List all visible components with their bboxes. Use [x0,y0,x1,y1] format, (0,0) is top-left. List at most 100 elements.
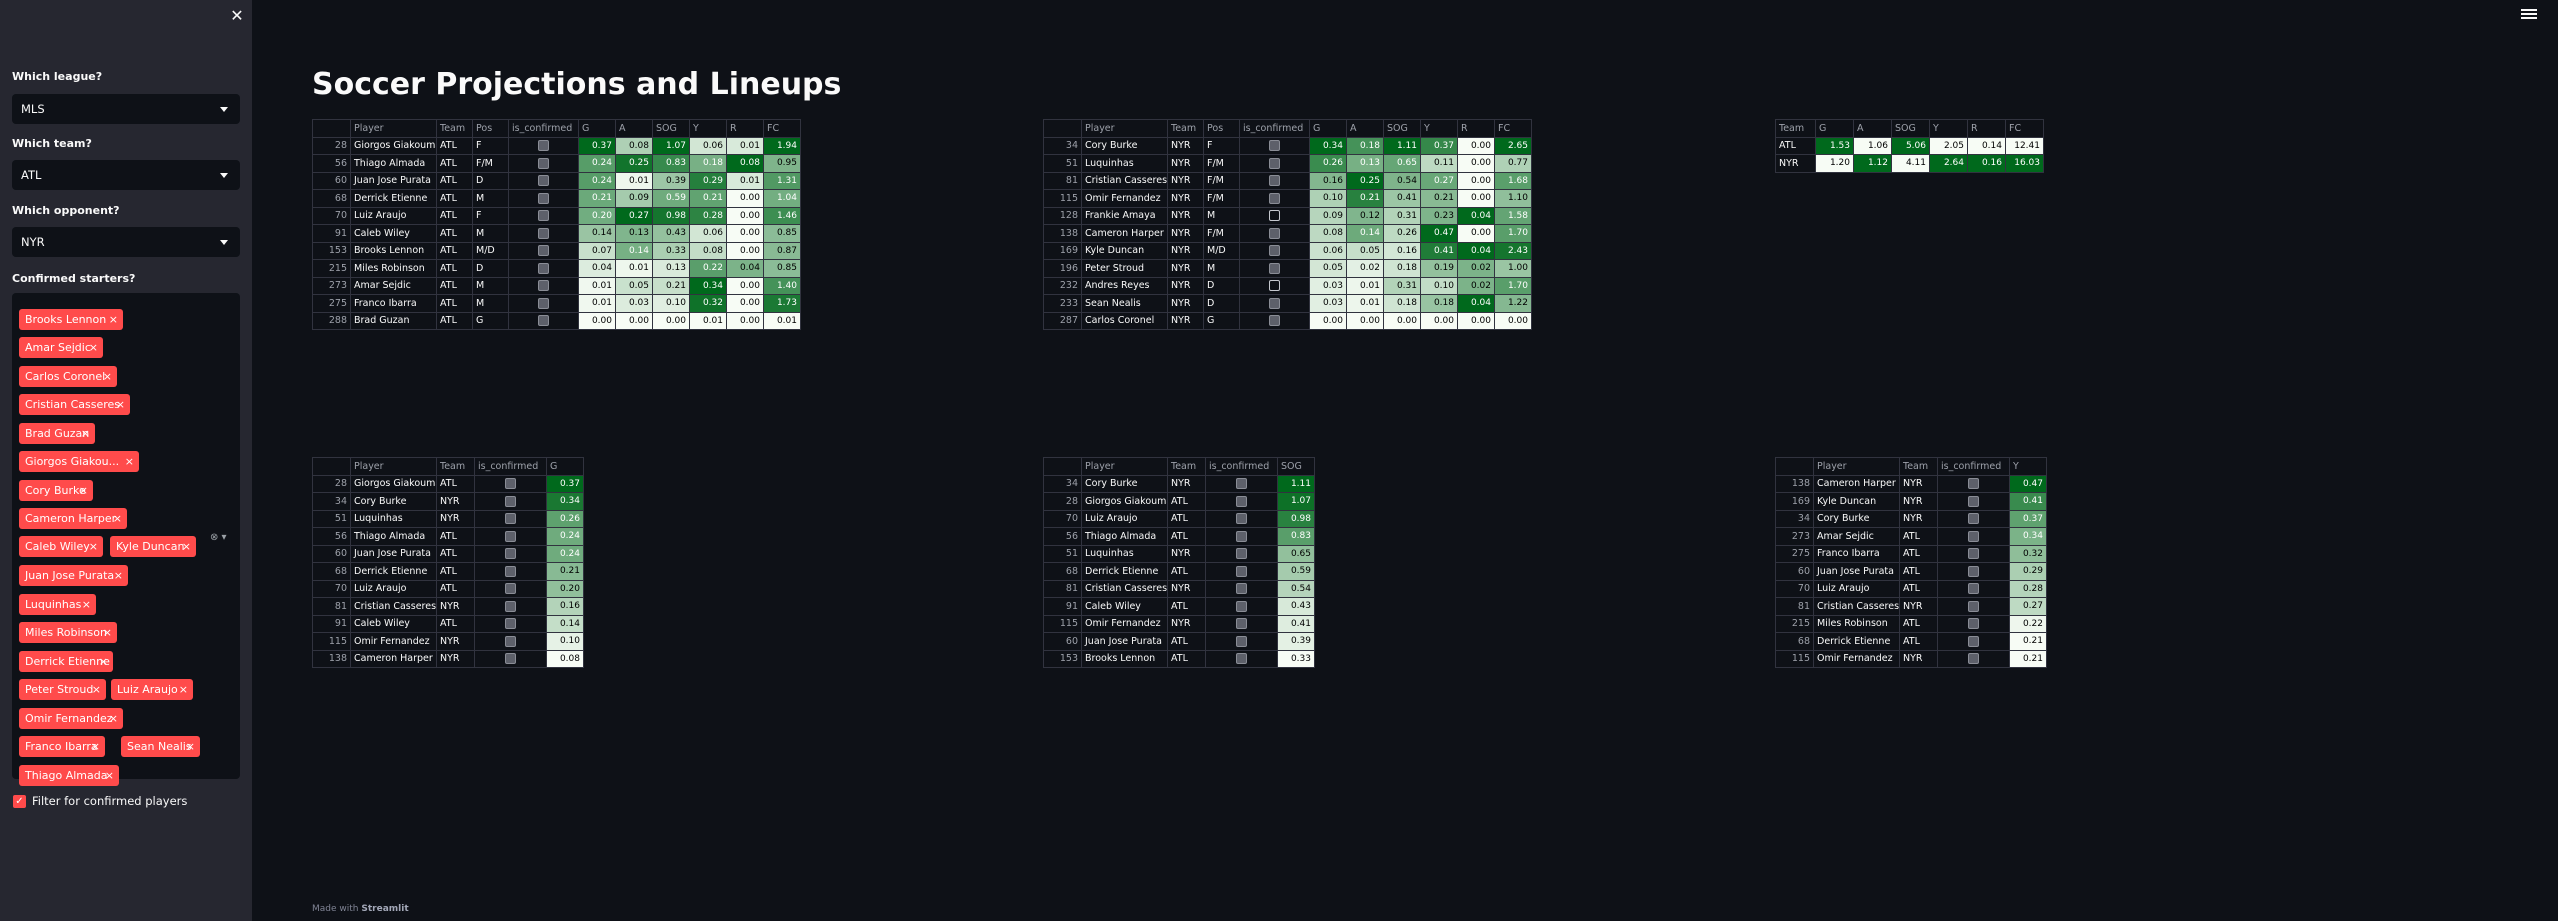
table-row[interactable]: 28 Giorgos Giakouma ATL 1.07 [1043,492,1315,511]
close-icon[interactable]: ✕ [227,6,247,26]
column-header[interactable]: A [1346,119,1384,138]
table-row[interactable]: 68 Derrick Etienne ATL 0.59 [1043,562,1315,581]
column-header[interactable]: G [546,457,584,476]
table-row[interactable]: 138 Cameron Harper NYR 0.08 [312,649,584,668]
starter-chip[interactable]: Franco Ibarra × [19,736,105,757]
table-row[interactable]: 51 Luquinhas NYR F/M 0.26 0.13 0.65 0.11 0.00 0.7… [1043,154,1532,173]
table-row[interactable]: ATL 1.53 1.06 5.06 2.05 0.14 12.41 [1775,136,2044,155]
table-row[interactable]: 68 Derrick Etienne ATL 0.21 [1775,632,2047,651]
table-row[interactable]: 275 Franco Ibarra ATL 0.32 [1775,544,2047,563]
starter-chip[interactable]: Brad Guzan × [19,423,95,444]
column-header[interactable]: Player [350,457,437,476]
column-header[interactable]: Pos [472,119,509,138]
table-row[interactable]: 128 Frankie Amaya NYR M 0.09 0.12 0.31 0.23 0.04… [1043,206,1532,225]
starter-chip[interactable]: Cristian Casseres × [19,394,130,415]
table-row[interactable]: 56 Thiago Almada ATL 0.83 [1043,527,1315,546]
remove-chip-icon[interactable]: × [103,622,112,643]
table-row[interactable]: 169 Kyle Duncan NYR M/D 0.06 0.05 0.16 0.41 0.04… [1043,241,1532,260]
table-row[interactable]: 81 Cristian Casseres NYR 0.27 [1775,597,2047,616]
table-row[interactable]: 81 Cristian Casseres NYR F/M 0.16 0.25 0.54 0.2… [1043,171,1532,190]
table-row[interactable]: 91 Caleb Wiley ATL 0.14 [312,614,584,633]
remove-chip-icon[interactable]: × [114,565,123,586]
remove-chip-icon[interactable]: × [103,366,112,387]
starter-chip[interactable]: Derrick Etienne × [19,651,113,672]
column-header[interactable] [1043,457,1082,476]
hamburger-menu-icon[interactable] [2521,7,2537,21]
table-row[interactable]: 273 Amar Sejdic ATL 0.34 [1775,527,2047,546]
column-header[interactable]: Y [1420,119,1458,138]
starter-chip[interactable]: Omir Fernandez × [19,708,123,729]
table-row[interactable]: 68 Derrick Etienne ATL 0.21 [312,562,584,581]
table-row[interactable]: 115 Omir Fernandez NYR F/M 0.10 0.21 0.41 0.21 0… [1043,189,1532,208]
table-row[interactable]: 115 Omir Fernandez NYR 0.41 [1043,614,1315,633]
column-header[interactable] [1043,119,1082,138]
multiselect-controls[interactable]: ⊗ ▾ [210,532,227,543]
column-header[interactable]: Y [689,119,727,138]
remove-chip-icon[interactable]: × [186,736,195,757]
table-row[interactable]: 68 Derrick Etienne ATL M 0.21 0.09 0.59 0.21 0.0… [312,189,801,208]
column-header[interactable]: Y [2009,457,2047,476]
table-row[interactable]: 56 Thiago Almada ATL F/M 0.24 0.25 0.83 0.18 0.0… [312,154,801,173]
table-row[interactable]: 115 Omir Fernandez NYR 0.10 [312,632,584,651]
starter-chip[interactable]: Caleb Wiley × [19,536,103,557]
table-row[interactable]: 28 Giorgos Giakouma ATL 0.37 [312,474,584,493]
remove-chip-icon[interactable]: × [182,536,191,557]
table-row[interactable]: 70 Luiz Araujo ATL 0.28 [1775,579,2047,598]
table-row[interactable]: 233 Sean Nealis NYR D 0.03 0.01 0.18 0.18 0.04 1.… [1043,294,1532,313]
remove-chip-icon[interactable]: × [116,394,125,415]
remove-chip-icon[interactable]: × [113,508,122,529]
table-row[interactable]: 115 Omir Fernandez NYR 0.21 [1775,649,2047,668]
column-header[interactable]: is_confirmed [1239,119,1310,138]
table-row[interactable]: 81 Cristian Casseres NYR 0.54 [1043,579,1315,598]
table-row[interactable]: 287 Carlos Coronel NYR G 0.00 0.00 0.00 0.00 0.0… [1043,311,1532,330]
column-header[interactable]: R [1457,119,1495,138]
starter-chip[interactable]: Miles Robinson × [19,622,117,643]
column-header[interactable] [312,119,351,138]
column-header[interactable]: is_confirmed [1205,457,1278,476]
starter-chip[interactable]: Giorgos Giakou... × [19,451,139,472]
remove-chip-icon[interactable]: × [109,309,118,330]
table-row[interactable]: 91 Caleb Wiley ATL M 0.14 0.13 0.43 0.06 0.00 0.8… [312,224,801,243]
table-row[interactable]: 70 Luiz Araujo ATL F 0.20 0.27 0.98 0.28 0.00 1.4… [312,206,801,225]
starter-chip[interactable]: Cameron Harper × [19,508,127,529]
column-header[interactable]: Team [436,119,473,138]
starter-chip[interactable]: Thiago Almada × [19,765,119,786]
table-row[interactable]: 34 Cory Burke NYR F 0.34 0.18 1.11 0.37 0.00 2.65 [1043,136,1532,155]
table-row[interactable]: 138 Cameron Harper NYR 0.47 [1775,474,2047,493]
column-header[interactable]: SOG [1277,457,1315,476]
remove-chip-icon[interactable]: × [89,337,98,358]
column-header[interactable]: Pos [1203,119,1240,138]
table-row[interactable]: 34 Cory Burke NYR 0.34 [312,492,584,511]
remove-chip-icon[interactable]: × [179,679,188,700]
table-row[interactable]: 81 Cristian Casseres NYR 0.16 [312,597,584,616]
starter-chip[interactable]: Amar Sejdic × [19,337,103,358]
table-row[interactable]: 60 Juan Jose Purata ATL D 0.24 0.01 0.39 0.29 0.… [312,171,801,190]
remove-chip-icon[interactable]: × [81,423,90,444]
starter-chip[interactable]: Peter Stroud × [19,679,106,700]
footer-brand[interactable]: Streamlit [361,904,408,914]
filter-checkbox[interactable]: ✓ [13,795,26,808]
column-header[interactable]: G [1815,119,1854,138]
table-row[interactable]: 275 Franco Ibarra ATL M 0.01 0.03 0.10 0.32 0.00… [312,294,801,313]
remove-chip-icon[interactable]: × [79,480,88,501]
column-header[interactable]: Team [1167,119,1204,138]
column-header[interactable]: SOG [652,119,690,138]
opponent-select[interactable]: NYR [12,227,240,257]
column-header[interactable] [312,457,351,476]
table-row[interactable]: 215 Miles Robinson ATL D 0.04 0.01 0.13 0.22 0.0… [312,259,801,278]
remove-chip-icon[interactable]: × [82,594,91,615]
table-row[interactable]: 288 Brad Guzan ATL G 0.00 0.00 0.00 0.01 0.00 0.0… [312,311,801,330]
table-row[interactable]: NYR 1.20 1.12 4.11 2.64 0.16 16.03 [1775,154,2044,173]
table-row[interactable]: 28 Giorgos Giakoumal ATL F 0.37 0.08 1.07 0.06 0… [312,136,801,155]
starter-chip[interactable]: Kyle Duncan × [110,536,196,557]
table-row[interactable]: 51 Luquinhas NYR 0.65 [1043,544,1315,563]
column-header[interactable]: Player [1081,119,1168,138]
table-row[interactable]: 91 Caleb Wiley ATL 0.43 [1043,597,1315,616]
starter-chip[interactable]: Luquinhas × [19,594,96,615]
table-row[interactable]: 273 Amar Sejdic ATL M 0.01 0.05 0.21 0.34 0.00 1.… [312,276,801,295]
column-header[interactable]: A [615,119,653,138]
column-header[interactable]: Player [1813,457,1900,476]
table-row[interactable]: 215 Miles Robinson ATL 0.22 [1775,614,2047,633]
table-row[interactable]: 138 Cameron Harper NYR F/M 0.08 0.14 0.26 0.47 0… [1043,224,1532,243]
column-header[interactable]: Team [1775,119,1816,138]
